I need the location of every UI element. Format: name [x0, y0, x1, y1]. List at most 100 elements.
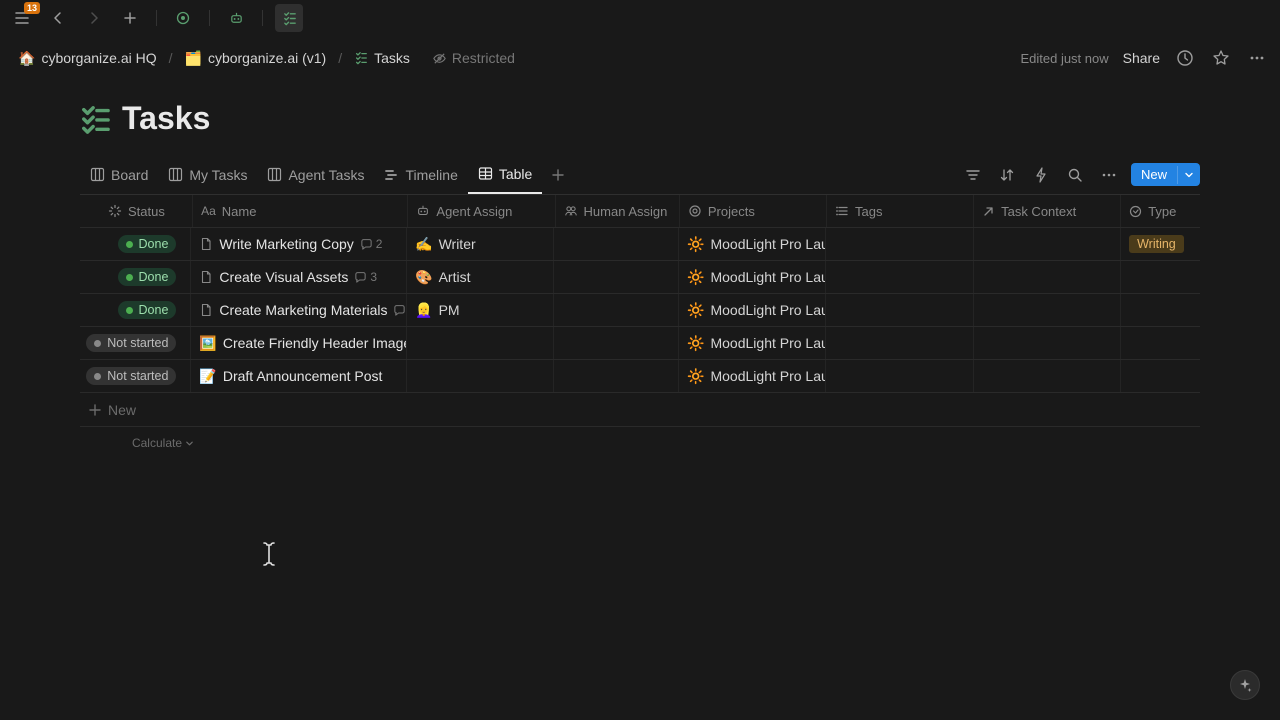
- comment-count[interactable]: 2: [360, 237, 383, 251]
- column-header-status[interactable]: Status: [80, 195, 193, 227]
- tab-tasks-icon[interactable]: [275, 4, 303, 32]
- column-header-agent[interactable]: Agent Assign: [408, 195, 555, 227]
- column-header-name[interactable]: Aa Name: [193, 195, 408, 227]
- nav-forward-button[interactable]: [80, 4, 108, 32]
- cell-projects[interactable]: 🔆MoodLight Pro Launch: [679, 294, 826, 326]
- share-button[interactable]: Share: [1123, 50, 1160, 66]
- cell-name[interactable]: 📝Draft Announcement Post: [191, 360, 407, 392]
- view-tab-agenttasks[interactable]: Agent Tasks: [257, 155, 374, 194]
- table-row[interactable]: DoneCreate Visual Assets3🎨Artist 🔆MoodLig…: [80, 261, 1200, 294]
- chevron-down-icon[interactable]: [1177, 166, 1200, 184]
- breadcrumb-item-tasks[interactable]: Tasks: [348, 47, 416, 69]
- calculate-row: Calculate: [80, 427, 1200, 459]
- view-options-icon[interactable]: [1097, 163, 1121, 187]
- cell-human[interactable]: [554, 327, 679, 359]
- sort-icon[interactable]: [995, 163, 1019, 187]
- project-emoji-icon: 🔆: [687, 236, 704, 253]
- cell-status[interactable]: Done: [80, 261, 191, 293]
- cell-tags[interactable]: [826, 360, 973, 392]
- cell-projects[interactable]: 🔆MoodLight Pro Launch: [679, 327, 826, 359]
- cell-agent[interactable]: [407, 360, 554, 392]
- cell-type[interactable]: [1121, 360, 1200, 392]
- column-header-human[interactable]: Human Assign: [556, 195, 680, 227]
- add-view-button[interactable]: [546, 163, 570, 187]
- cell-human[interactable]: [554, 294, 679, 326]
- cell-type[interactable]: Writing: [1121, 228, 1200, 260]
- cell-status[interactable]: Not started: [80, 360, 191, 392]
- nav-back-button[interactable]: [44, 4, 72, 32]
- page-title[interactable]: Tasks: [122, 100, 210, 137]
- cell-human[interactable]: [554, 360, 679, 392]
- cell-tags[interactable]: [826, 228, 973, 260]
- status-label: Not started: [107, 369, 168, 383]
- cell-tags[interactable]: [826, 327, 973, 359]
- cell-status[interactable]: Not started: [80, 327, 191, 359]
- column-header-context[interactable]: Task Context: [974, 195, 1121, 227]
- cell-tags[interactable]: [826, 294, 973, 326]
- table-row[interactable]: Not started 📝Draft Announcement Post 🔆Mood…: [80, 360, 1200, 393]
- filter-icon[interactable]: [961, 163, 985, 187]
- cell-type[interactable]: [1121, 327, 1200, 359]
- view-tab-mytasks[interactable]: My Tasks: [158, 155, 257, 194]
- cell-name[interactable]: Write Marketing Copy2: [191, 228, 407, 260]
- breadcrumb-item-hq[interactable]: 🏠 cyborganize.ai HQ: [12, 47, 163, 69]
- view-tab-label: Timeline: [405, 167, 457, 183]
- cell-name[interactable]: Create Visual Assets3: [191, 261, 407, 293]
- cell-status[interactable]: Done: [80, 228, 191, 260]
- calculate-button[interactable]: Calculate: [80, 427, 200, 459]
- cell-context[interactable]: [974, 294, 1121, 326]
- table-row[interactable]: Not started🖼️Create Friendly Header Imag…: [80, 327, 1200, 360]
- view-tab-table[interactable]: Table: [468, 155, 542, 194]
- comment-count[interactable]: 3: [354, 270, 377, 284]
- add-row-button[interactable]: New: [80, 393, 1200, 427]
- column-header-type[interactable]: Type: [1121, 195, 1200, 227]
- cell-agent[interactable]: 👱‍♀️PM: [407, 294, 554, 326]
- column-header-projects[interactable]: Projects: [680, 195, 827, 227]
- table-row[interactable]: DoneCreate Marketing Materials1👱‍♀️PM 🔆Mo…: [80, 294, 1200, 327]
- comment-count[interactable]: 1: [393, 303, 407, 317]
- history-icon[interactable]: [1174, 47, 1196, 69]
- cell-human[interactable]: [554, 261, 679, 293]
- search-icon[interactable]: [1063, 163, 1087, 187]
- column-header-tags[interactable]: Tags: [827, 195, 974, 227]
- cell-context[interactable]: [974, 360, 1121, 392]
- cell-agent[interactable]: 🎨Artist: [407, 261, 554, 293]
- cell-name[interactable]: 🖼️Create Friendly Header Image: [191, 327, 407, 359]
- cell-tags[interactable]: [826, 261, 973, 293]
- star-icon[interactable]: [1210, 47, 1232, 69]
- cell-projects[interactable]: 🔆MoodLight Pro Launch: [679, 360, 826, 392]
- cell-projects[interactable]: 🔆MoodLight Pro Launch: [679, 228, 826, 260]
- cell-type[interactable]: [1121, 294, 1200, 326]
- new-button[interactable]: New: [1131, 163, 1200, 186]
- more-icon[interactable]: [1246, 47, 1268, 69]
- breadcrumb-label: Tasks: [374, 50, 410, 66]
- cell-context[interactable]: [974, 261, 1121, 293]
- page-icon[interactable]: [80, 104, 110, 134]
- sidebar-toggle-button[interactable]: 13: [8, 4, 36, 32]
- page-content: Tasks Board My Tasks Agent Tasks Timelin…: [0, 80, 1280, 459]
- ai-fab-button[interactable]: [1230, 670, 1260, 700]
- restricted-indicator[interactable]: Restricted: [432, 50, 515, 66]
- cell-agent[interactable]: [407, 327, 554, 359]
- tab-ai-icon[interactable]: [169, 4, 197, 32]
- status-pill: Not started: [86, 367, 176, 385]
- status-label: Done: [139, 237, 169, 251]
- table-row[interactable]: Done Write Marketing Copy2✍️Writer 🔆MoodLi…: [80, 228, 1200, 261]
- board-icon: [90, 167, 105, 182]
- cell-human[interactable]: [554, 228, 679, 260]
- breadcrumb-item-project[interactable]: 🗂️ cyborganize.ai (v1): [179, 47, 333, 69]
- new-tab-button[interactable]: [116, 4, 144, 32]
- automation-icon[interactable]: [1029, 163, 1053, 187]
- view-tab-timeline[interactable]: Timeline: [374, 155, 467, 194]
- cell-context[interactable]: [974, 228, 1121, 260]
- cell-agent[interactable]: ✍️Writer: [407, 228, 554, 260]
- cell-name[interactable]: Create Marketing Materials1: [191, 294, 407, 326]
- tab-robot-icon[interactable]: [222, 4, 250, 32]
- header-bar: 🏠 cyborganize.ai HQ / 🗂️ cyborganize.ai …: [0, 36, 1280, 80]
- cell-status[interactable]: Done: [80, 294, 191, 326]
- plus-icon: [88, 403, 102, 417]
- cell-type[interactable]: [1121, 261, 1200, 293]
- cell-projects[interactable]: 🔆MoodLight Pro Launch: [679, 261, 826, 293]
- cell-context[interactable]: [974, 327, 1121, 359]
- view-tab-board[interactable]: Board: [80, 155, 158, 194]
